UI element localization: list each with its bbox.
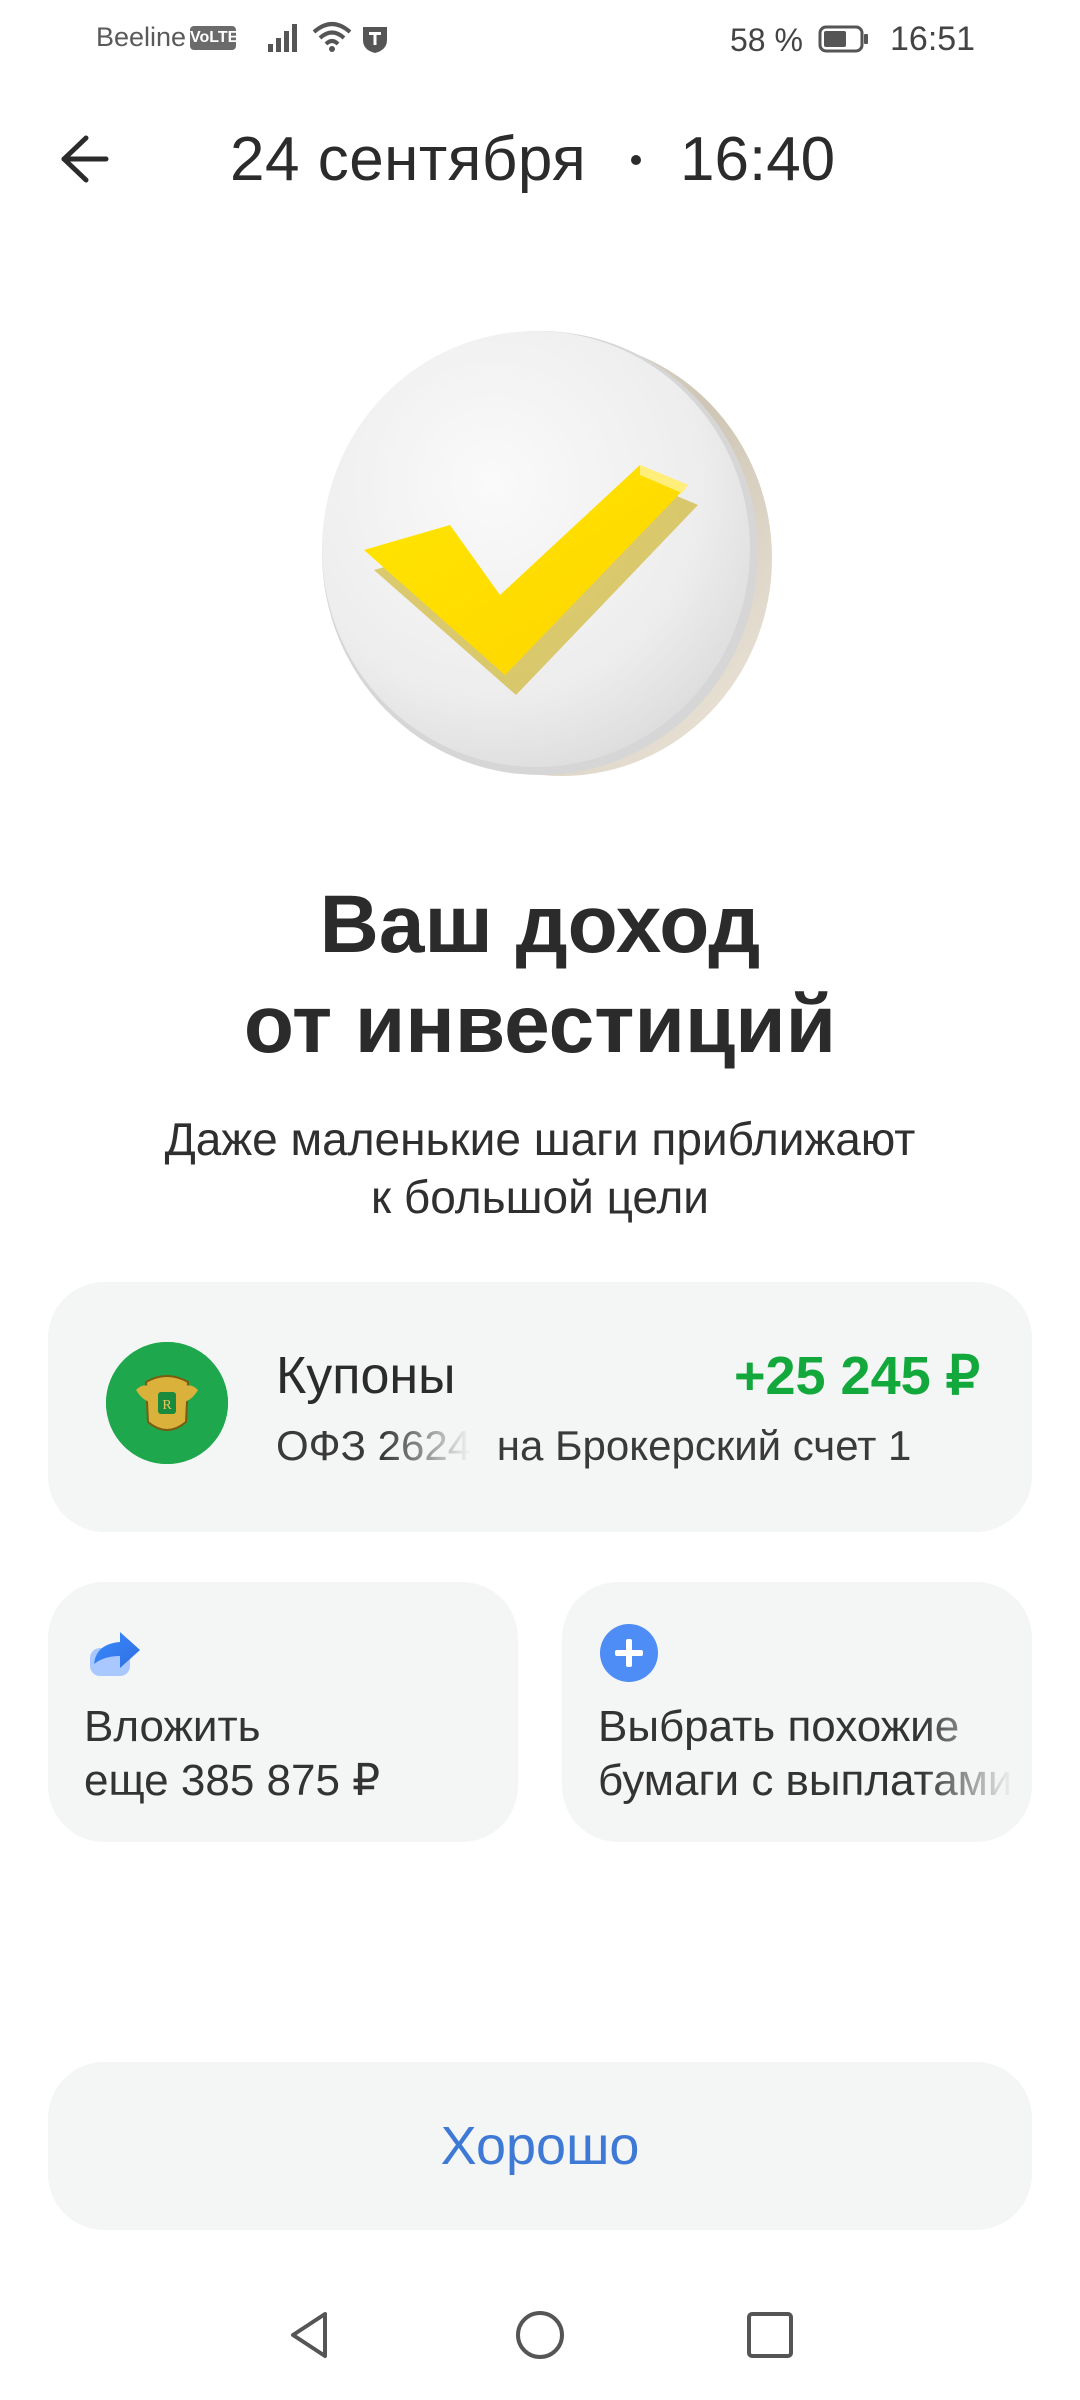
nav-home-icon[interactable] (505, 2300, 575, 2370)
volte-badge: VoLTE (190, 26, 238, 50)
choose-similar-line2: бумаги с выплатами (598, 1756, 1013, 1805)
back-arrow-icon[interactable] (52, 128, 114, 190)
invest-more-button[interactable]: Вложить еще 385 875 ₽ (48, 1582, 518, 1842)
svg-text:R: R (162, 1398, 172, 1413)
subtitle-line2: к большой цели (370, 1171, 709, 1223)
coupon-details: ОФЗ 2624 на Брокерский счет 1 (276, 1422, 911, 1470)
plus-circle-icon (600, 1624, 658, 1682)
choose-similar-line1: Выбрать похожие (598, 1702, 960, 1751)
invest-more-line1: Вложить (84, 1702, 261, 1751)
nav-recents-icon[interactable] (735, 2300, 805, 2370)
status-bar: Beeline VoLTE 58 % 16:51 (0, 0, 1080, 80)
separator-dot (631, 155, 641, 165)
page-title-line2: от инвестиций (243, 979, 837, 1070)
coupon-title: Купоны (276, 1347, 456, 1405)
share-arrow-icon (90, 1632, 140, 1676)
ok-button[interactable]: Хорошо (48, 2062, 1032, 2230)
invest-more-text: Вложить еще 385 875 ₽ (84, 1700, 380, 1808)
invest-more-line2: еще 385 875 ₽ (84, 1756, 381, 1805)
subtitle-line1: Даже маленькие шаги приближают (164, 1113, 916, 1165)
carrier-label: Beeline (96, 22, 187, 52)
choose-similar-bonds-button[interactable]: Выбрать похожие бумаги с выплатами (562, 1582, 1032, 1842)
ministry-finance-emblem-icon: R (106, 1342, 228, 1464)
coupon-security: ОФЗ 2624 (276, 1422, 472, 1469)
signal-icon (268, 24, 297, 52)
success-checkmark-illustration (322, 331, 772, 776)
choose-similar-text: Выбрать похожие бумаги с выплатами (598, 1700, 1013, 1808)
transaction-date: 24 сентября (230, 125, 587, 194)
status-time: 16:51 (890, 20, 976, 58)
battery-icon (818, 25, 868, 53)
wifi-icon (312, 22, 352, 52)
page-title-line1: Ваш доход (319, 879, 761, 970)
coupon-account: на Брокерский счет 1 (496, 1422, 912, 1469)
coupon-amount: +25 245 ₽ (733, 1346, 980, 1406)
transaction-time: 16:40 (680, 125, 836, 194)
nav-back-icon[interactable] (275, 2300, 345, 2370)
bank-app-icon (363, 27, 387, 53)
battery-percent: 58 % (730, 22, 803, 58)
